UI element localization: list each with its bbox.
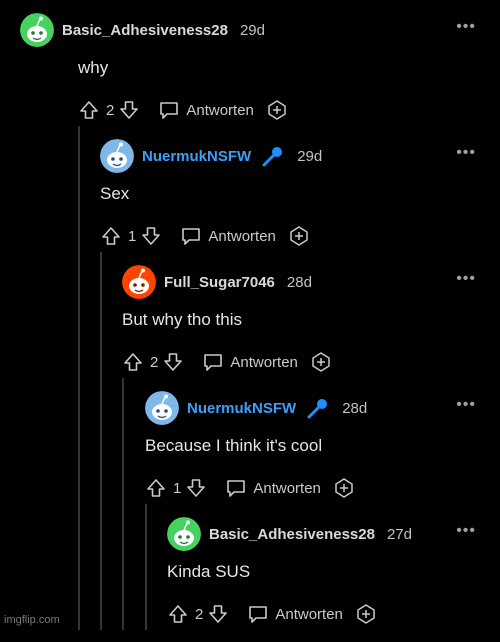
comment-age: 29d [297,147,323,165]
comment-body: Sex [100,184,130,203]
vote-count: 2 [106,101,115,119]
upvote-icon[interactable] [122,351,144,373]
comment-actions: 1 Antworten [145,474,355,502]
reply-icon [225,478,247,498]
reply-icon [202,352,224,372]
comment-header: Full_Sugar7046 28d [122,264,500,300]
comment-header: NuermukNSFW 28d [145,390,500,426]
more-options-icon[interactable]: ••• [456,144,476,162]
more-options-icon[interactable]: ••• [456,18,476,36]
username[interactable]: Full_Sugar7046 [164,274,275,291]
award-icon[interactable] [266,99,288,121]
award-icon[interactable] [355,603,377,625]
comment-actions: 2 Antworten [78,96,288,124]
comment-age: 28d [342,399,368,417]
reply-button[interactable]: Antworten [225,478,321,498]
username[interactable]: NuermukNSFW [187,400,296,417]
vote-count: 2 [195,605,204,623]
user-avatar[interactable] [122,265,156,299]
comment-age: 28d [286,273,312,291]
more-options-icon[interactable]: ••• [456,522,476,540]
more-options-icon[interactable]: ••• [456,396,476,414]
comment-actions: 2 Antworten [167,600,377,628]
comment-body: Kinda SUS [167,562,251,581]
vote-count: 1 [128,227,137,245]
reply-button[interactable]: Antworten [247,604,343,624]
microphone-icon [259,145,285,167]
user-avatar[interactable] [20,13,54,47]
downvote-icon[interactable] [118,99,140,121]
username[interactable]: Basic_Adhesiveness28 [209,526,375,543]
comment-body: Because I think it's cool [145,436,323,455]
upvote-icon[interactable] [145,477,167,499]
downvote-icon[interactable] [185,477,207,499]
downvote-icon[interactable] [162,351,184,373]
user-avatar[interactable] [167,517,201,551]
upvote-icon[interactable] [100,225,122,247]
user-avatar[interactable] [145,391,179,425]
user-avatar[interactable] [100,139,134,173]
reply-icon [180,226,202,246]
comment-header: NuermukNSFW 29d [100,138,500,174]
comment: Full_Sugar7046 28d ••• But why tho this … [0,264,500,390]
downvote-icon[interactable] [140,225,162,247]
comment-body: But why tho this [122,310,243,329]
comment-header: Basic_Adhesiveness28 27d [167,516,500,552]
comment: Basic_Adhesiveness28 29d ••• why 2 Antwo… [0,12,500,138]
reply-icon [158,100,180,120]
award-icon[interactable] [288,225,310,247]
microphone-icon [304,397,330,419]
vote-count: 2 [150,353,159,371]
comment-age: 29d [239,21,265,39]
award-icon[interactable] [310,351,332,373]
upvote-icon[interactable] [78,99,100,121]
comment: NuermukNSFW 29d ••• Sex 1 Antworten [0,138,500,264]
comment-header: Basic_Adhesiveness28 29d [20,12,500,48]
reply-button[interactable]: Antworten [158,100,254,120]
username[interactable]: Basic_Adhesiveness28 [62,22,228,39]
upvote-icon[interactable] [167,603,189,625]
username[interactable]: NuermukNSFW [142,148,251,165]
reply-icon [247,604,269,624]
more-options-icon[interactable]: ••• [456,270,476,288]
reply-label: Antworten [230,353,298,371]
comment-actions: 1 Antworten [100,222,310,250]
reply-button[interactable]: Antworten [202,352,298,372]
comment: Basic_Adhesiveness28 27d ••• Kinda SUS 2… [0,516,500,642]
comment-age: 27d [386,525,412,543]
reply-label: Antworten [208,227,276,245]
comment-actions: 2 Antworten [122,348,332,376]
comment-body: why [78,58,109,77]
watermark: imgflip.com [4,614,60,626]
reply-button[interactable]: Antworten [180,226,276,246]
reply-label: Antworten [275,605,343,623]
vote-count: 1 [173,479,182,497]
comment: NuermukNSFW 28d ••• Because I think it's… [0,390,500,516]
reply-label: Antworten [186,101,254,119]
reply-label: Antworten [253,479,321,497]
downvote-icon[interactable] [207,603,229,625]
award-icon[interactable] [333,477,355,499]
